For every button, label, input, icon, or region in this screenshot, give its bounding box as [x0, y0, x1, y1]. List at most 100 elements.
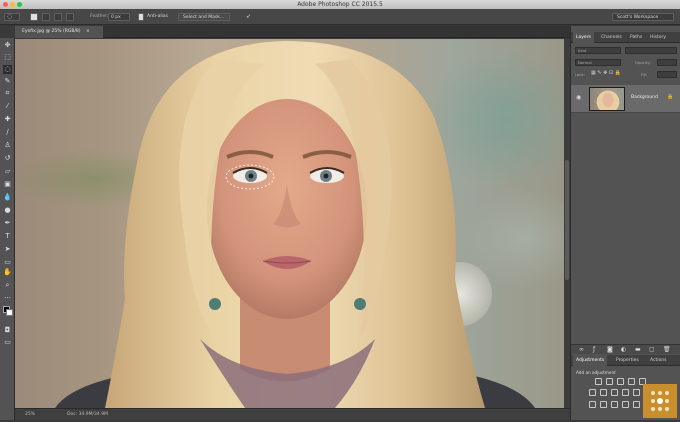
- close-window-icon[interactable]: [3, 2, 8, 7]
- cursor-icon: ➶: [246, 13, 252, 20]
- hand-tool-icon[interactable]: ✋: [3, 268, 12, 277]
- tools-panel: ✥ ⬚ ◌ ✎ ⌗ ⁄ ✚ ∕ ♙ ↺ ▱ ▣ 💧 ● ✒ T ➤ ▭ ✋ ⌕ …: [0, 38, 15, 420]
- feather-input[interactable]: 0 px: [108, 13, 130, 21]
- document-tab-label: Eyefix.jpg @ 25% (RGB/8): [22, 29, 81, 34]
- options-bar: ◌ Feather: 0 px Anti-alias Select and Ma…: [0, 9, 680, 25]
- vertical-scroll-thumb[interactable]: [565, 160, 569, 280]
- posterize-icon[interactable]: [600, 401, 607, 408]
- type-tool-icon[interactable]: T: [3, 232, 12, 241]
- quick-select-tool-icon[interactable]: ✎: [3, 77, 12, 86]
- background-color-swatch[interactable]: [6, 309, 13, 316]
- eraser-tool-icon[interactable]: ▱: [3, 167, 12, 176]
- healing-brush-tool-icon[interactable]: ✚: [3, 115, 12, 124]
- tab-adjustments[interactable]: Adjustments: [573, 355, 608, 366]
- photo-filter-icon[interactable]: [622, 389, 629, 396]
- dodge-tool-icon[interactable]: ●: [3, 206, 12, 215]
- select-and-mask-button[interactable]: Select and Mask...: [178, 13, 230, 21]
- layer-filter-icons[interactable]: [625, 47, 677, 54]
- status-bar: 25% Doc: 34.9M/34.9M: [15, 408, 570, 420]
- antialias-checkbox[interactable]: [138, 13, 144, 21]
- document-tab[interactable]: Eyefix.jpg @ 25% (RGB/8) ×: [15, 26, 103, 38]
- opacity-label: Opacity:: [635, 60, 651, 65]
- close-tab-icon[interactable]: ×: [86, 29, 90, 34]
- layer-name: Background: [631, 95, 658, 100]
- delete-layer-icon[interactable]: 🗑: [663, 345, 671, 355]
- curves-icon[interactable]: [617, 378, 624, 385]
- zoom-window-icon[interactable]: [17, 2, 22, 7]
- adjustment-hint: Add an adjustment: [576, 370, 616, 375]
- brush-tool-icon[interactable]: ∕: [3, 128, 12, 137]
- exposure-icon[interactable]: [628, 378, 635, 385]
- document-tab-bar: Eyefix.jpg @ 25% (RGB/8) ×: [15, 26, 570, 38]
- add-mask-icon[interactable]: ◙: [607, 345, 613, 355]
- blend-mode-select[interactable]: Normal: [575, 59, 621, 66]
- lasso-icon: ◌: [7, 13, 13, 20]
- quick-mask-icon[interactable]: ◘: [3, 326, 12, 335]
- visibility-eye-icon[interactable]: ◉: [576, 94, 581, 101]
- pen-tool-icon[interactable]: ✒: [3, 219, 12, 228]
- fill-input[interactable]: [657, 71, 677, 78]
- feather-value: 0 px: [111, 15, 121, 20]
- intersect-selection-button[interactable]: [66, 13, 74, 21]
- lock-icons[interactable]: ▦ ✎ ✥ ⊡ 🔒: [591, 70, 621, 76]
- minimize-window-icon[interactable]: [10, 2, 15, 7]
- title-bar: Adobe Photoshop CC 2015.5: [0, 0, 680, 9]
- hue-saturation-icon[interactable]: [589, 389, 596, 396]
- fx-icon[interactable]: ƒ: [593, 345, 595, 355]
- screen-mode-icon[interactable]: ▭: [3, 338, 12, 347]
- antialias-label: Anti-alias: [147, 14, 168, 19]
- dots-logo-icon: [651, 391, 669, 411]
- subtract-selection-button[interactable]: [54, 13, 62, 21]
- zoom-tool-icon[interactable]: ⌕: [3, 281, 12, 290]
- path-select-tool-icon[interactable]: ➤: [3, 245, 12, 254]
- layer-filter-kind[interactable]: Kind: [575, 47, 621, 54]
- right-panel-dock: Layers Channels Paths History Kind Norma…: [570, 26, 680, 420]
- color-balance-icon[interactable]: [600, 389, 607, 396]
- new-group-icon[interactable]: ▬: [635, 345, 641, 355]
- move-tool-icon[interactable]: ✥: [3, 41, 12, 50]
- layer-lock-icon: 🔒: [667, 94, 674, 100]
- new-layer-icon[interactable]: ▢: [649, 345, 655, 355]
- blend-mode-value: Normal: [578, 60, 592, 65]
- shape-tool-icon[interactable]: ▭: [3, 258, 12, 267]
- link-layers-icon[interactable]: ∞: [579, 345, 584, 355]
- brightness-contrast-icon[interactable]: [595, 378, 602, 385]
- select-and-mask-label: Select and Mask...: [183, 15, 225, 20]
- marquee-tool-icon[interactable]: ⬚: [3, 53, 12, 62]
- eyedropper-tool-icon[interactable]: ⁄: [3, 102, 12, 111]
- tab-actions[interactable]: Actions: [647, 355, 669, 366]
- gradient-tool-icon[interactable]: ▣: [3, 180, 12, 189]
- layer-filter-label: Kind: [578, 48, 587, 53]
- black-white-icon[interactable]: [611, 389, 618, 396]
- zoom-level[interactable]: 25%: [25, 409, 35, 420]
- fill-label: Fill:: [641, 72, 648, 77]
- history-brush-tool-icon[interactable]: ↺: [3, 154, 12, 163]
- adjustment-layer-icon[interactable]: ◐: [621, 345, 626, 355]
- new-selection-button[interactable]: [30, 13, 38, 21]
- app-title: Adobe Photoshop CC 2015.5: [297, 1, 383, 8]
- gradient-map-icon[interactable]: [622, 401, 629, 408]
- tool-preset-picker[interactable]: ◌: [4, 13, 20, 21]
- tab-history[interactable]: History: [647, 32, 669, 43]
- blur-tool-icon[interactable]: 💧: [3, 193, 12, 202]
- lasso-tool-icon[interactable]: ◌: [3, 65, 12, 74]
- clone-stamp-tool-icon[interactable]: ♙: [3, 141, 12, 150]
- tab-layers[interactable]: Layers: [573, 32, 594, 43]
- lock-label: Lock:: [575, 72, 585, 77]
- more-tools-icon[interactable]: ···: [3, 294, 12, 303]
- invert-icon[interactable]: [589, 401, 596, 408]
- tab-channels[interactable]: Channels: [598, 32, 625, 43]
- selective-color-icon[interactable]: [633, 401, 640, 408]
- threshold-icon[interactable]: [611, 401, 618, 408]
- add-selection-button[interactable]: [42, 13, 50, 21]
- workspace-switcher[interactable]: Scott's Workspace: [612, 13, 674, 21]
- tab-paths[interactable]: Paths: [627, 32, 645, 43]
- tab-properties[interactable]: Properties: [613, 355, 642, 366]
- levels-icon[interactable]: [606, 378, 613, 385]
- channel-mixer-icon[interactable]: [633, 389, 640, 396]
- crop-tool-icon[interactable]: ⌗: [3, 89, 12, 98]
- opacity-input[interactable]: [657, 59, 677, 66]
- layer-row-background[interactable]: ◉ Background 🔒: [571, 85, 680, 113]
- document-canvas[interactable]: [15, 39, 564, 408]
- workspace-label: Scott's Workspace: [617, 15, 659, 20]
